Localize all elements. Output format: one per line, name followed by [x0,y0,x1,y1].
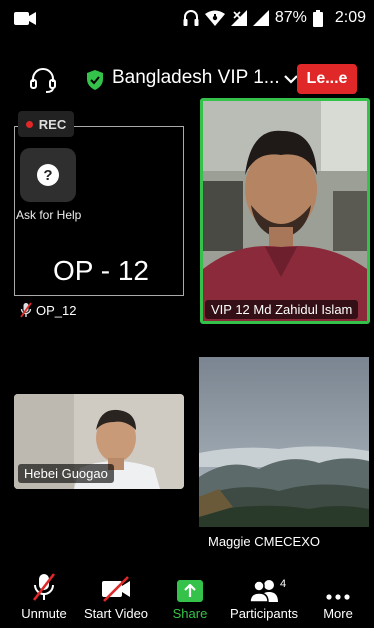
chevron-down-icon[interactable] [284,74,298,84]
status-bar: 87% 2:09 [0,0,374,36]
wifi-icon [204,10,225,26]
participants-icon [249,580,278,602]
participants-button[interactable]: 4 Participants [224,570,304,628]
share-button[interactable]: Share [168,570,212,628]
recording-badge: REC [18,111,74,137]
ask-for-help-button[interactable]: ? [20,148,76,202]
participant-tile-hebei[interactable]: Hebei Guogao [14,394,184,489]
participant-tile-active-speaker[interactable]: VIP 12 Md Zahidul Islam [200,98,370,324]
leave-button[interactable]: Le...e [297,64,357,94]
mic-muted-icon [20,302,32,318]
start-video-label: Start Video [83,606,149,621]
participant-label-op12: OP_12 [20,302,76,318]
more-label: More [323,606,353,621]
battery-percent: 87% [274,9,307,26]
mic-muted-icon [32,573,56,601]
battery-icon [312,9,323,27]
participant-tile-maggie[interactable] [199,357,369,527]
shield-check-icon [87,70,103,90]
participant-display-name: OP - 12 [53,255,149,286]
meeting-toolbar: Unmute Start Video Share 4 Participants … [0,570,374,628]
start-video-button[interactable]: Start Video [80,570,152,628]
unmute-button[interactable]: Unmute [16,570,72,628]
participants-label: Participants [230,606,298,621]
rec-label: REC [38,116,67,132]
share-label: Share [172,606,208,621]
participant-label-maggie: Maggie CMECEXO [208,534,320,549]
meeting-title[interactable]: Bangladesh VIP 1... [112,67,280,89]
participant-video-feed [203,101,367,321]
more-button[interactable]: More [316,570,360,628]
headphones-icon [183,10,199,26]
more-dots-icon [326,594,350,600]
ask-for-help-label: Ask for Help [16,208,82,222]
clock: 2:09 [334,9,366,26]
video-recording-icon [14,12,36,25]
video-off-icon [102,576,130,602]
unmute-label: Unmute [21,606,67,621]
no-signal-icon [230,10,247,26]
question-icon: ? [37,164,59,186]
participant-label-active-speaker: VIP 12 Md Zahidul Islam [205,300,359,319]
share-arrow-icon [177,580,203,602]
participants-count: 4 [280,578,287,590]
signal-icon [252,10,269,26]
record-dot-icon [25,120,33,128]
participant-video-feed [199,357,369,527]
headset-audio-icon[interactable] [28,66,58,94]
participant-name: OP_12 [36,302,77,318]
meeting-header: Bangladesh VIP 1... Le...e [0,60,374,100]
participant-label-hebei: Hebei Guogao [18,464,114,483]
